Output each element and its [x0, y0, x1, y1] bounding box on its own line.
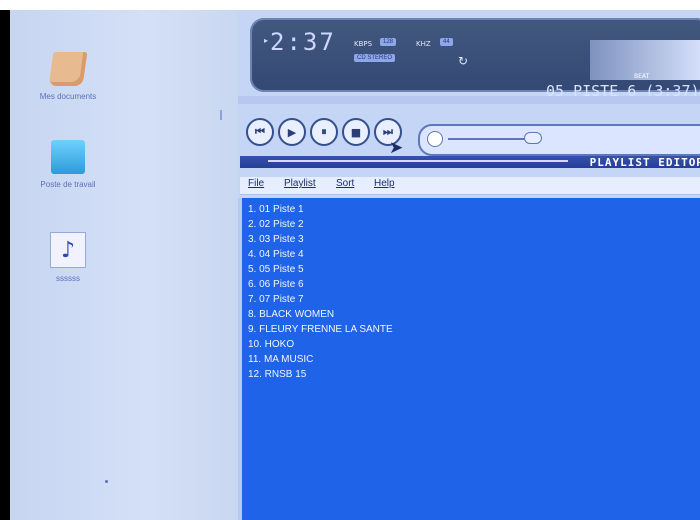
- desktop-icon-poste-de-travail[interactable]: Poste de travail: [18, 140, 118, 189]
- menu-file[interactable]: File: [248, 178, 264, 189]
- desktop-icon-mes-documents[interactable]: Mes documents: [18, 52, 118, 101]
- desktop-tick: [220, 110, 222, 120]
- play-icon: ▶: [287, 125, 297, 139]
- slider-rail: [448, 138, 526, 140]
- slider-knob[interactable]: [427, 131, 443, 147]
- playlist-item[interactable]: 10. HOKO: [248, 339, 294, 350]
- next-icon: ⏭: [383, 125, 393, 138]
- screen-top-bar: [0, 0, 700, 10]
- playlist-menu-bar: File Playlist Sort Help: [240, 177, 700, 195]
- khz-label: KHZ: [416, 40, 431, 48]
- stop-icon: ■: [350, 125, 362, 139]
- control-bar-separator: [238, 96, 700, 104]
- stop-button[interactable]: ■: [342, 118, 370, 146]
- bitrate-label: KBPS: [354, 40, 373, 48]
- seek-slider[interactable]: [418, 124, 700, 156]
- desktop-icon-label: Mes documents: [39, 92, 97, 101]
- media-player-window: ▸ 2:37 KBPS 128 KHZ 44 CD STEREO ↻ BEAT …: [238, 10, 700, 520]
- playlist-item[interactable]: 9. FLEURY FRENNE LA SANTE: [248, 324, 393, 335]
- playlist-item[interactable]: 7. 07 Piste 7: [248, 294, 304, 305]
- menu-playlist[interactable]: Playlist: [284, 178, 316, 189]
- repeat-icon[interactable]: ↻: [458, 54, 468, 68]
- playlist-item[interactable]: 4. 04 Piste 4: [248, 249, 304, 260]
- previous-button[interactable]: ⏮: [246, 118, 274, 146]
- time-display: 2:37: [270, 28, 336, 56]
- khz-badge: 44: [440, 38, 453, 46]
- mode-badge: CD STEREO: [354, 54, 396, 62]
- playlist-item[interactable]: 3. 03 Piste 3: [248, 234, 304, 245]
- play-button[interactable]: ▶: [278, 118, 306, 146]
- desktop-area: Mes documents Poste de travail ♪ ssssss: [10, 10, 238, 520]
- transport-controls: ⏮ ▶ ⏸ ■ ⏭: [246, 118, 402, 146]
- playlist-item[interactable]: 5. 05 Piste 5: [248, 264, 304, 275]
- eq-label: BEAT: [634, 73, 650, 80]
- player-display: ▸ 2:37 KBPS 128 KHZ 44 CD STEREO ↻ BEAT …: [250, 18, 700, 100]
- playlist-item[interactable]: 1. 01 Piste 1: [248, 204, 304, 215]
- desktop-icon-music-file[interactable]: ♪ ssssss: [18, 232, 118, 283]
- playlist-title-bar: PLAYLIST EDITOR: [240, 156, 700, 169]
- playlist-item[interactable]: 11. MA MUSIC: [248, 354, 313, 365]
- menu-help[interactable]: Help: [374, 178, 395, 189]
- music-file-icon: ♪: [50, 232, 86, 268]
- desktop-icon-label: Poste de travail: [40, 180, 96, 189]
- bitrate-badge: 128: [380, 38, 397, 46]
- playlist-item[interactable]: 6. 06 Piste 6: [248, 279, 304, 290]
- folder-icon: [48, 52, 88, 86]
- playlist-list: 1. 01 Piste 1 2. 02 Piste 2 3. 03 Piste …: [242, 198, 700, 520]
- computer-icon: [51, 140, 85, 174]
- playlist-item[interactable]: 12. RNSB 15: [248, 369, 306, 380]
- pause-icon: ⏸: [321, 125, 327, 138]
- playlist-item[interactable]: 8. BLACK WOMEN: [248, 309, 334, 320]
- screen-left-border: [0, 10, 10, 520]
- playlist-item[interactable]: 2. 02 Piste 2: [248, 219, 304, 230]
- volume-handle[interactable]: [524, 132, 542, 144]
- menu-sort[interactable]: Sort: [336, 178, 354, 189]
- play-indicator-icon: ▸: [264, 36, 269, 45]
- mouse-cursor-icon: ➤: [389, 138, 404, 158]
- pause-button[interactable]: ⏸: [310, 118, 338, 146]
- desktop-speck: [105, 480, 108, 483]
- title-bar-lines: [268, 160, 568, 162]
- previous-icon: ⏮: [255, 125, 265, 138]
- desktop-icon-label: ssssss: [56, 274, 80, 283]
- playlist-title: PLAYLIST EDITOR: [589, 156, 700, 169]
